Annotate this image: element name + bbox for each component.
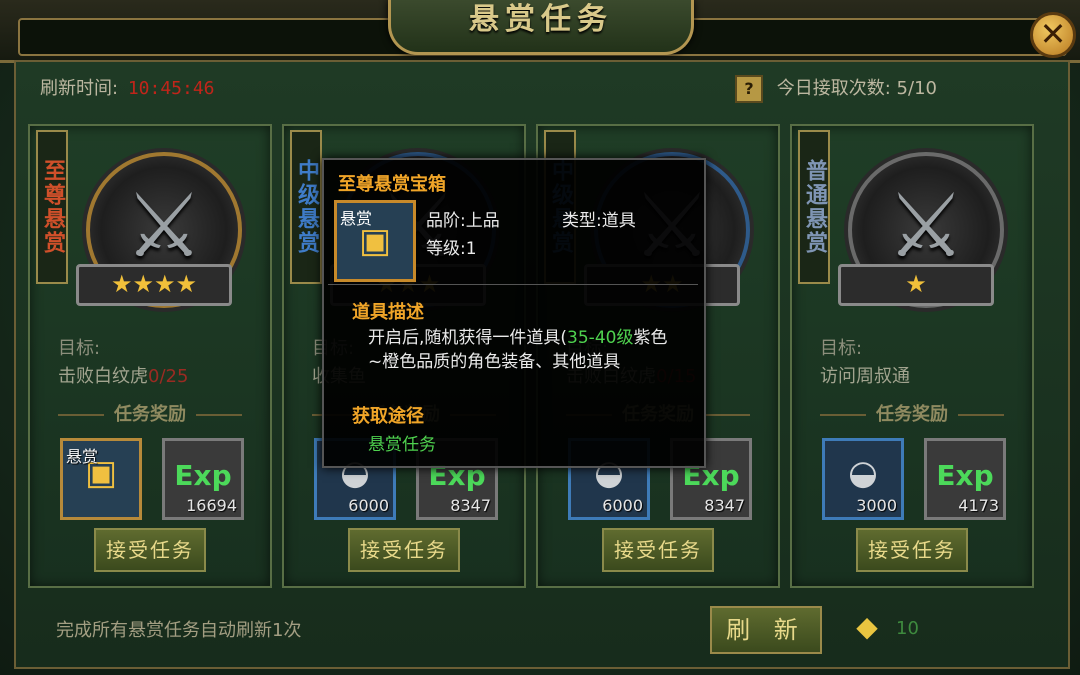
tooltip-grade: 品阶:上品 bbox=[426, 211, 500, 231]
bounty-card: 至尊悬赏 ⚔ ★★★★ 目标: 击败白纹虎0/25 任务奖励 ▣ 悬赏 Exp 16… bbox=[28, 124, 272, 588]
close-icon[interactable]: ✕ bbox=[1030, 12, 1076, 58]
tooltip-item-icon: ▣ 悬赏 bbox=[334, 200, 416, 282]
reward-heading: 任务奖励 bbox=[792, 400, 1032, 426]
reward-amount: 8347 bbox=[450, 496, 491, 515]
tooltip-desc-heading: 道具描述 bbox=[352, 302, 424, 323]
refresh-countdown: 10:45:46 bbox=[127, 78, 215, 99]
refresh-time: 刷新时间: 10:45:46 bbox=[40, 74, 215, 100]
goal-label: 目标: bbox=[820, 338, 863, 359]
tooltip-desc-pre: 开启后,随机获得一件道具( bbox=[368, 328, 568, 348]
reward-amount: 4173 bbox=[958, 496, 999, 515]
reward-caption: 悬赏 bbox=[66, 447, 99, 466]
item-tooltip: 至尊悬赏宝箱 ▣ 悬赏 品阶:上品 类型:道具 等级:1 道具描述 开启后,随机… bbox=[322, 158, 706, 468]
star-rating: ★★★★ bbox=[76, 264, 232, 306]
star-rating: ★ bbox=[838, 264, 994, 306]
reward-amount: 6000 bbox=[602, 496, 643, 515]
refresh-time-label: 刷新时间: bbox=[40, 78, 119, 99]
daily-count-label: 今日接取次数: bbox=[776, 78, 891, 99]
tooltip-source-heading: 获取途径 bbox=[352, 406, 424, 427]
goal-label: 目标: bbox=[58, 338, 101, 359]
reward-slot[interactable]: Exp 4173 bbox=[924, 438, 1006, 520]
reward-amount: 8347 bbox=[704, 496, 745, 515]
goal-target: 击败白纹虎 bbox=[58, 366, 148, 387]
refresh-button[interactable]: 刷 新 bbox=[710, 606, 822, 654]
accept-task-button[interactable]: 接受任务 bbox=[602, 528, 714, 572]
tooltip-description: 开启后,随机获得一件道具(35-40级紫色~橙色品质的角色装备、其他道具 bbox=[368, 326, 678, 374]
page-title: 悬赏任务 bbox=[469, 2, 613, 37]
reward-amount: 6000 bbox=[348, 496, 389, 515]
help-icon[interactable]: ? bbox=[735, 75, 763, 103]
accept-task-button[interactable]: 接受任务 bbox=[856, 528, 968, 572]
reward-slot[interactable]: Exp 16694 bbox=[162, 438, 244, 520]
reward-amount: 16694 bbox=[186, 496, 237, 515]
goal-text: 击败白纹虎0/25 bbox=[58, 362, 188, 388]
goal-progress: 0/25 bbox=[148, 366, 189, 387]
tier-label: 普通悬赏 bbox=[798, 130, 830, 284]
goal-text: 访问周叔通 bbox=[820, 362, 910, 388]
daily-count-value: 5/10 bbox=[896, 78, 937, 99]
tooltip-item-caption: 悬赏 bbox=[340, 209, 373, 228]
auto-refresh-note: 完成所有悬赏任务自动刷新1次 bbox=[56, 620, 302, 641]
accept-task-button[interactable]: 接受任务 bbox=[94, 528, 206, 572]
gold-cost: 10 bbox=[896, 618, 919, 639]
reward-slot[interactable]: ▣ 悬赏 bbox=[60, 438, 142, 520]
reward-slot[interactable]: ◒ 3000 bbox=[822, 438, 904, 520]
tooltip-item-name: 至尊悬赏宝箱 bbox=[338, 174, 446, 195]
tooltip-divider bbox=[328, 284, 698, 285]
gold-ingot-icon: ◆ bbox=[856, 610, 878, 643]
window-header: 悬赏任务 ✕ bbox=[0, 0, 1080, 63]
accept-task-button[interactable]: 接受任务 bbox=[348, 528, 460, 572]
tooltip-level: 等级:1 bbox=[426, 239, 477, 259]
reward-heading: 任务奖励 bbox=[30, 400, 270, 426]
tier-label: 中级悬赏 bbox=[290, 130, 322, 284]
tier-label: 至尊悬赏 bbox=[36, 130, 68, 284]
daily-accept-count: ? 今日接取次数: 5/10 bbox=[735, 74, 937, 103]
goal-target: 访问周叔通 bbox=[820, 366, 910, 387]
tooltip-desc-level: 35-40级 bbox=[567, 328, 634, 348]
bounty-card: 普通悬赏 ⚔ ★ 目标: 访问周叔通 任务奖励 ◒ 3000 Exp 4173 接受… bbox=[790, 124, 1034, 588]
title-plate: 悬赏任务 bbox=[388, 0, 694, 55]
tooltip-source: 悬赏任务 bbox=[368, 435, 436, 455]
tooltip-type: 类型:道具 bbox=[562, 211, 636, 231]
reward-amount: 3000 bbox=[856, 496, 897, 515]
